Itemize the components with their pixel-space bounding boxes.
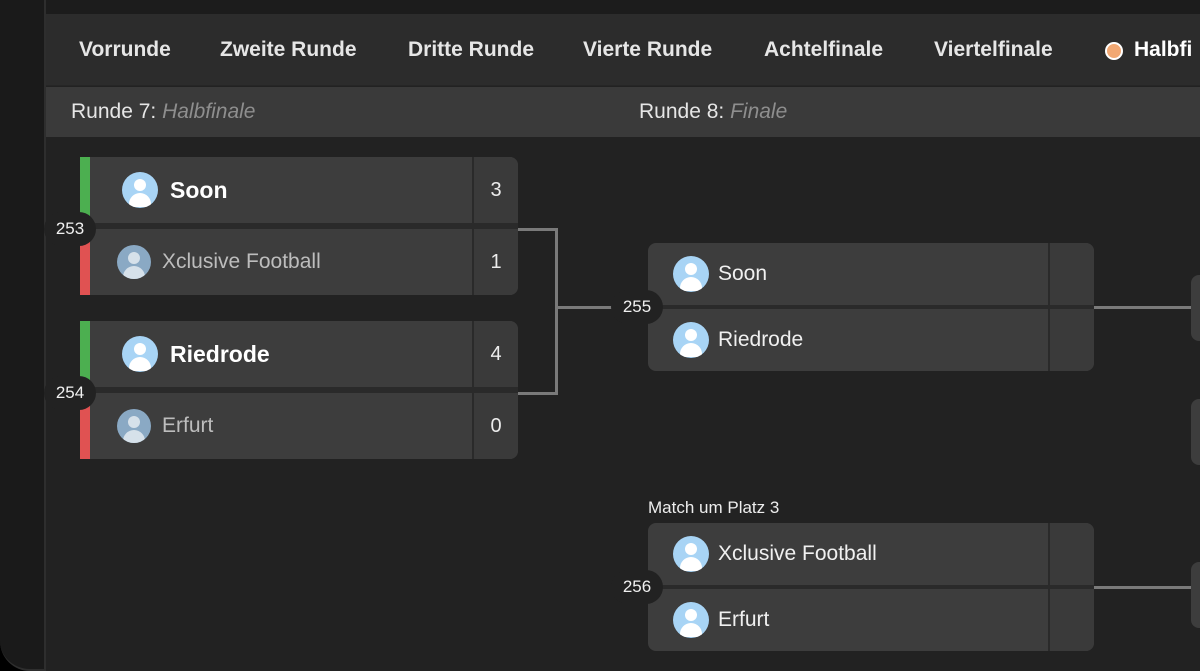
- participant-name: Soon: [718, 262, 768, 285]
- score: 0: [472, 393, 518, 459]
- round-tabs: Vorrunde Zweite Runde Dritte Runde Viert…: [46, 14, 1200, 86]
- next-match-card-partial[interactable]: [1191, 275, 1200, 341]
- participant-name: Xclusive Football: [162, 250, 321, 273]
- left-sidebar: [0, 0, 46, 671]
- score: 3: [472, 157, 518, 223]
- user-avatar-icon: [122, 336, 158, 372]
- bracket-main-area: Vorrunde Zweite Runde Dritte Runde Viert…: [44, 0, 1200, 671]
- match-slot-winner[interactable]: Riedrode 4: [80, 321, 518, 387]
- round-header-bar: Runde 7: Halbfinale Runde 8: Finale: [46, 87, 1200, 137]
- connector-line: [555, 306, 619, 309]
- connector-line: [1094, 306, 1200, 309]
- match-number: 253: [44, 212, 96, 246]
- tournament-bracket-app: Vorrunde Zweite Runde Dritte Runde Viert…: [0, 0, 1200, 671]
- tab-halbfinale[interactable]: Halbfi: [1134, 14, 1192, 86]
- user-avatar-icon: [673, 602, 709, 638]
- score: [1048, 523, 1094, 585]
- match-card-third-place[interactable]: Xclusive Football Erfurt: [648, 523, 1094, 653]
- next-match-card-partial[interactable]: [1191, 399, 1200, 465]
- user-avatar-icon: [673, 536, 709, 572]
- window-corner: [0, 640, 46, 671]
- match-number: 254: [44, 376, 96, 410]
- participant-name: Riedrode: [170, 341, 270, 367]
- score: 1: [472, 229, 518, 295]
- score: [1048, 309, 1094, 371]
- match-slot[interactable]: Riedrode: [648, 309, 1094, 371]
- tab-dritte-runde[interactable]: Dritte Runde: [408, 14, 534, 86]
- match-number: 256: [611, 570, 663, 604]
- active-round-dot-icon: [1105, 42, 1123, 60]
- match-slot-loser[interactable]: Erfurt 0: [80, 393, 518, 459]
- tab-zweite-runde[interactable]: Zweite Runde: [220, 14, 357, 86]
- connector-line: [1094, 586, 1200, 589]
- user-avatar-icon: [673, 256, 709, 292]
- user-avatar-icon: [117, 409, 151, 443]
- score: 4: [472, 321, 518, 387]
- participant-name: Xclusive Football: [718, 542, 877, 565]
- user-avatar-icon: [117, 245, 151, 279]
- bracket-canvas: Soon 3 Xclusive Football 1 253 Riedrode: [44, 137, 1200, 671]
- connector-line: [517, 228, 558, 231]
- round-name: Finale: [730, 100, 788, 123]
- match-number: 255: [611, 290, 663, 324]
- round-name: Halbfinale: [162, 100, 256, 123]
- match-card-final[interactable]: Soon Riedrode: [648, 243, 1094, 373]
- participant-name: Soon: [170, 177, 228, 203]
- participant-name: Erfurt: [162, 414, 214, 437]
- match-card[interactable]: Riedrode 4 Erfurt 0: [80, 321, 518, 459]
- user-avatar-icon: [122, 172, 158, 208]
- match-label: Match um Platz 3: [648, 498, 780, 517]
- match-slot[interactable]: Soon: [648, 243, 1094, 305]
- round-number: Runde 8:: [639, 100, 725, 123]
- user-avatar-icon: [673, 322, 709, 358]
- match-slot-loser[interactable]: Xclusive Football 1: [80, 229, 518, 295]
- score: [1048, 589, 1094, 651]
- score: [1048, 243, 1094, 305]
- match-slot-winner[interactable]: Soon 3: [80, 157, 518, 223]
- match-slot[interactable]: Xclusive Football: [648, 523, 1094, 585]
- participant-name: Riedrode: [718, 328, 804, 351]
- tab-achtelfinale[interactable]: Achtelfinale: [764, 14, 883, 86]
- round-header-7: Runde 7: Halbfinale: [71, 87, 255, 137]
- match-card[interactable]: Soon 3 Xclusive Football 1: [80, 157, 518, 295]
- match-slot[interactable]: Erfurt: [648, 589, 1094, 651]
- tab-vorrunde[interactable]: Vorrunde: [79, 14, 171, 86]
- round-number: Runde 7:: [71, 100, 157, 123]
- participant-name: Erfurt: [718, 608, 770, 631]
- connector-line: [555, 228, 558, 395]
- top-strip: [46, 0, 1200, 14]
- next-match-card-partial[interactable]: [1191, 562, 1200, 628]
- tab-viertelfinale[interactable]: Viertelfinale: [934, 14, 1053, 86]
- tab-vierte-runde[interactable]: Vierte Runde: [583, 14, 712, 86]
- connector-line: [517, 392, 558, 395]
- round-header-8: Runde 8: Finale: [639, 87, 787, 137]
